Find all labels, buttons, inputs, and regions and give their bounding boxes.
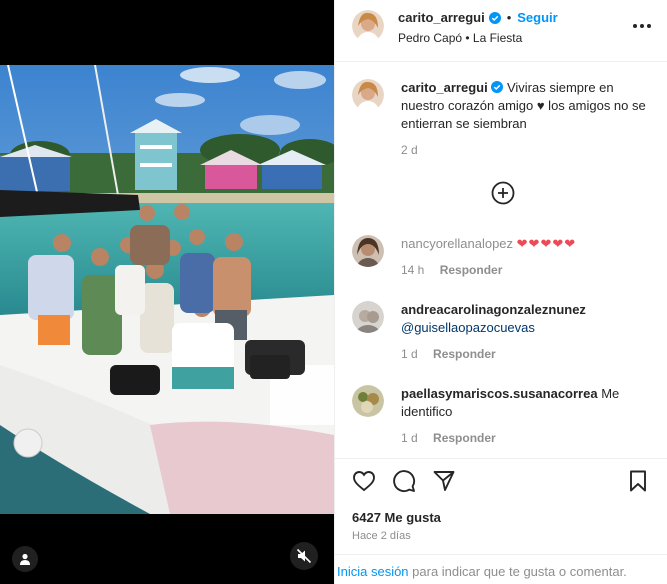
avatar[interactable] <box>352 79 384 111</box>
comment-button[interactable] <box>391 468 417 494</box>
comment-text[interactable]: @guisellaopazocuevas <box>401 319 656 337</box>
more-horizontal-icon <box>633 24 651 28</box>
reply-button[interactable]: Responder <box>440 263 503 277</box>
caption-username[interactable]: carito_arregui <box>401 80 488 95</box>
comment-item: nancyorellanalopez ❤❤❤❤❤ 14 h Responder <box>352 235 657 285</box>
load-more-comments-button[interactable] <box>491 181 515 205</box>
avatar-image <box>352 79 384 111</box>
avatar-image <box>352 235 384 267</box>
comment-time[interactable]: 14 h <box>401 263 424 277</box>
post-photo[interactable] <box>0 65 334 514</box>
post-timestamp[interactable]: Hace 2 días <box>352 530 411 542</box>
save-button[interactable] <box>625 468 651 494</box>
post-header: carito_arregui • Seguir Pedro Capó • La … <box>335 0 667 62</box>
audio-track-link[interactable]: Pedro Capó • La Fiesta <box>398 31 522 45</box>
instagram-post: carito_arregui • Seguir Pedro Capó • La … <box>0 0 667 584</box>
comment-body: paellasymariscos.susanacorrea Me identif… <box>401 385 656 447</box>
author-username[interactable]: carito_arregui <box>398 10 485 25</box>
post-author: carito_arregui • Seguir <box>398 10 558 25</box>
login-prompt: Inicia sesión para indicar que te gusta … <box>335 554 667 584</box>
comment-time[interactable]: 1 d <box>401 431 418 445</box>
avatar[interactable] <box>352 10 384 42</box>
comment-time[interactable]: 1 d <box>401 347 418 361</box>
comment-body: andreacarolinagonzaleznunez @guisellaopa… <box>401 301 656 363</box>
share-button[interactable] <box>431 468 457 494</box>
login-prompt-text: para indicar que te gusta o comentar. <box>408 564 627 579</box>
comment-username[interactable]: andreacarolinagonzaleznunez <box>401 301 656 319</box>
likes-count[interactable]: 6427 Me gusta <box>352 510 441 525</box>
verified-badge-icon <box>491 81 504 93</box>
avatar[interactable] <box>352 235 384 267</box>
caption-meta: 2 d <box>401 141 656 159</box>
comment-username[interactable]: nancyorellanalopez <box>401 236 513 251</box>
like-button[interactable] <box>351 468 377 494</box>
mute-audio-button[interactable] <box>290 542 318 570</box>
comment-icon <box>393 470 416 493</box>
group-photo-on-boat <box>0 65 334 514</box>
avatar-image <box>352 385 384 417</box>
comment-item: paellasymariscos.susanacorrea Me identif… <box>352 385 657 445</box>
user-icon <box>20 553 30 565</box>
comments-section: carito_arregui Viviras siempre en nuestr… <box>335 63 667 458</box>
follow-button[interactable]: Seguir <box>517 10 557 25</box>
plus-circle-icon <box>491 181 515 205</box>
caption-time[interactable]: 2 d <box>401 143 418 157</box>
comment-meta: 1 d Responder <box>401 429 656 447</box>
comment-meta: 1 d Responder <box>401 345 656 363</box>
verified-badge-icon <box>488 11 501 24</box>
caption-body: carito_arregui Viviras siempre en nuestr… <box>401 79 656 159</box>
bookmark-icon <box>630 470 646 492</box>
reply-button[interactable]: Responder <box>433 347 496 361</box>
login-link[interactable]: Inicia sesión <box>337 564 409 579</box>
header-separator: • <box>506 10 512 25</box>
avatar-image <box>352 10 384 42</box>
tagged-users-button[interactable] <box>12 546 38 572</box>
avatar-image <box>352 301 384 333</box>
speaker-muted-icon <box>296 548 312 564</box>
post-actions-bar <box>335 458 667 502</box>
post-caption: carito_arregui Viviras siempre en nuestr… <box>352 79 657 159</box>
send-icon <box>433 471 455 491</box>
avatar[interactable] <box>352 301 384 333</box>
comment-username[interactable]: paellasymariscos.susanacorrea <box>401 386 598 401</box>
comment-item: andreacarolinagonzaleznunez @guisellaopa… <box>352 301 657 361</box>
comment-meta: 14 h Responder <box>401 261 656 279</box>
comment-body: nancyorellanalopez ❤❤❤❤❤ 14 h Responder <box>401 235 656 279</box>
more-options-button[interactable] <box>632 16 652 36</box>
comment-text: ❤❤❤❤❤ <box>516 236 577 251</box>
heart-icon <box>353 471 375 492</box>
reply-button[interactable]: Responder <box>433 431 496 445</box>
post-media <box>0 0 334 584</box>
avatar[interactable] <box>352 385 384 417</box>
post-side-panel: carito_arregui • Seguir Pedro Capó • La … <box>334 0 667 584</box>
